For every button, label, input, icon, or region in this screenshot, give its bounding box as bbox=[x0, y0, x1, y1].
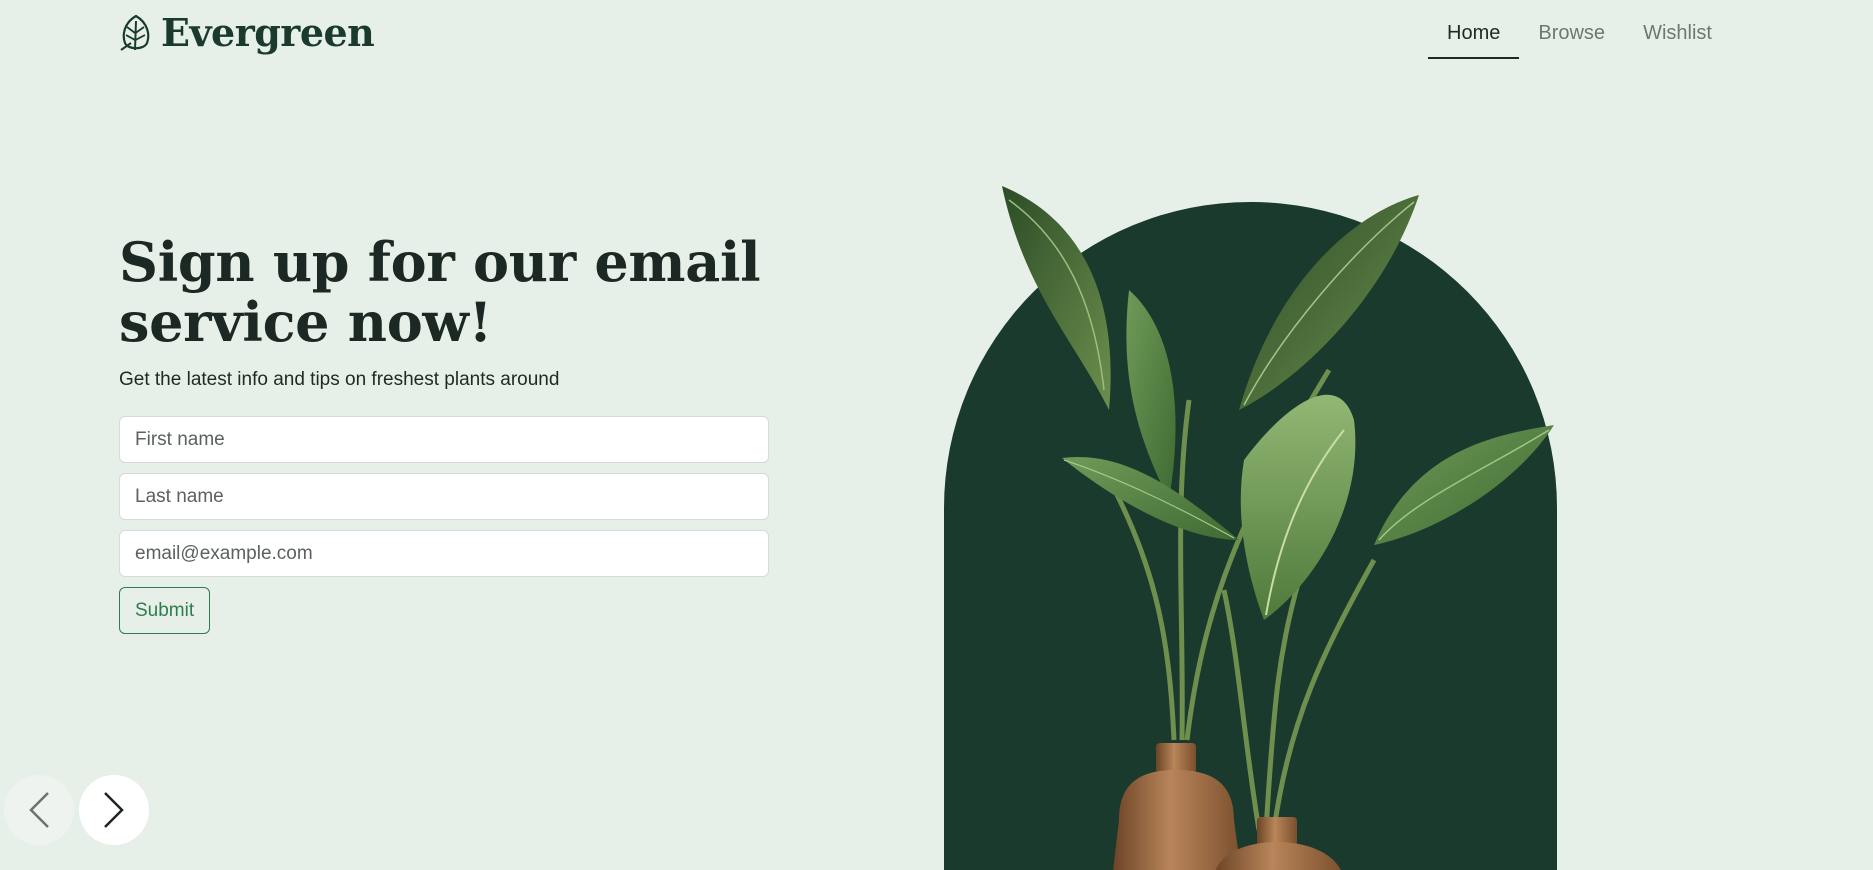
submit-button[interactable]: Submit bbox=[119, 587, 211, 634]
leaf-icon bbox=[120, 14, 150, 51]
nav-browse[interactable]: Browse bbox=[1519, 0, 1624, 59]
page: Evergreen Home Browse Wishlist Sign up f… bbox=[0, 0, 1873, 870]
brand-name: Evergreen bbox=[161, 10, 375, 55]
page-subtitle: Get the latest info and tips on freshest… bbox=[119, 369, 560, 390]
first-name-field[interactable] bbox=[119, 416, 769, 463]
nav-wishlist[interactable]: Wishlist bbox=[1624, 0, 1731, 59]
chevron-left-icon bbox=[29, 792, 49, 828]
brand-logo-link[interactable]: Evergreen bbox=[119, 10, 375, 55]
page-title: Sign up for our email service now! bbox=[119, 230, 761, 354]
main-nav: Home Browse Wishlist bbox=[1428, 0, 1731, 59]
carousel-next-button[interactable] bbox=[79, 775, 149, 845]
last-name-field[interactable] bbox=[119, 473, 769, 520]
email-field[interactable] bbox=[119, 530, 769, 577]
plant-image bbox=[1002, 186, 1554, 870]
carousel-prev-button[interactable] bbox=[4, 775, 74, 845]
nav-home[interactable]: Home bbox=[1428, 0, 1520, 59]
chevron-right-icon bbox=[104, 792, 124, 828]
